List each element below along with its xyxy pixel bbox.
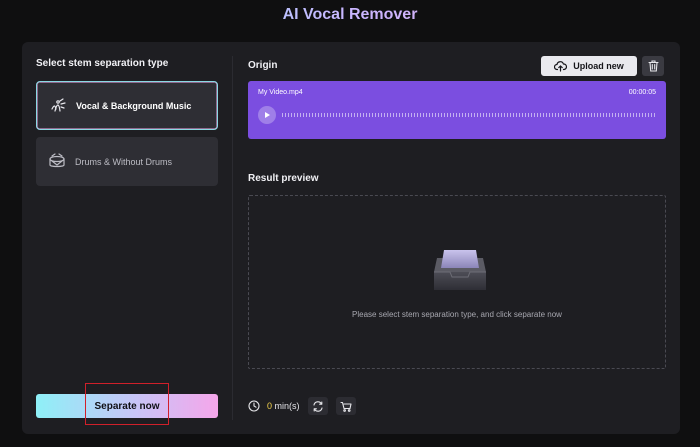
stem-type-sidebar: Select stem separation type Vocal & Back…: [22, 42, 232, 434]
clock-icon: [248, 400, 260, 412]
option-vocal-background[interactable]: Vocal & Background Music: [36, 81, 218, 130]
result-preview-heading: Result preview: [248, 173, 319, 184]
origin-media-card: My Video.mp4 00:00:05: [248, 81, 666, 139]
cloud-upload-icon: [554, 60, 568, 72]
cart-icon: [339, 401, 352, 412]
origin-heading: Origin: [248, 60, 278, 71]
workspace: Origin Upload new My Video.mp4 00:00:05 …: [248, 42, 668, 434]
refresh-button[interactable]: [307, 397, 328, 415]
file-duration: 00:00:05: [628, 89, 656, 96]
footer-bar: 0 min(s): [248, 397, 356, 415]
play-button[interactable]: [258, 106, 276, 124]
credits-unit: min(s): [272, 401, 300, 411]
vocal-wave-icon: [49, 97, 67, 115]
option-drums-label: Drums & Without Drums: [75, 156, 173, 167]
drum-icon: [48, 152, 66, 171]
option-drums[interactable]: Drums & Without Drums: [36, 137, 218, 186]
play-icon: [263, 111, 271, 119]
upload-new-label: Upload new: [573, 61, 624, 71]
main-panel: Select stem separation type Vocal & Back…: [22, 42, 680, 434]
empty-tray-icon: [431, 246, 489, 294]
file-name: My Video.mp4: [258, 89, 303, 96]
audio-waveform[interactable]: [282, 113, 656, 117]
credits-remaining: 0 min(s): [267, 401, 300, 411]
separate-now-button[interactable]: Separate now: [36, 394, 218, 418]
result-hint-text: Please select stem separation type, and …: [352, 310, 562, 319]
app-title: AI Vocal Remover: [0, 6, 700, 24]
result-preview-area: Please select stem separation type, and …: [248, 195, 666, 369]
upload-new-button[interactable]: Upload new: [541, 56, 637, 76]
trash-icon: [647, 60, 659, 72]
panel-divider: [232, 56, 233, 420]
option-vocal-background-label: Vocal & Background Music: [76, 100, 192, 111]
delete-file-button[interactable]: [642, 56, 664, 76]
cart-button[interactable]: [335, 397, 356, 415]
stem-type-heading: Select stem separation type: [36, 58, 169, 69]
refresh-icon: [312, 400, 324, 412]
